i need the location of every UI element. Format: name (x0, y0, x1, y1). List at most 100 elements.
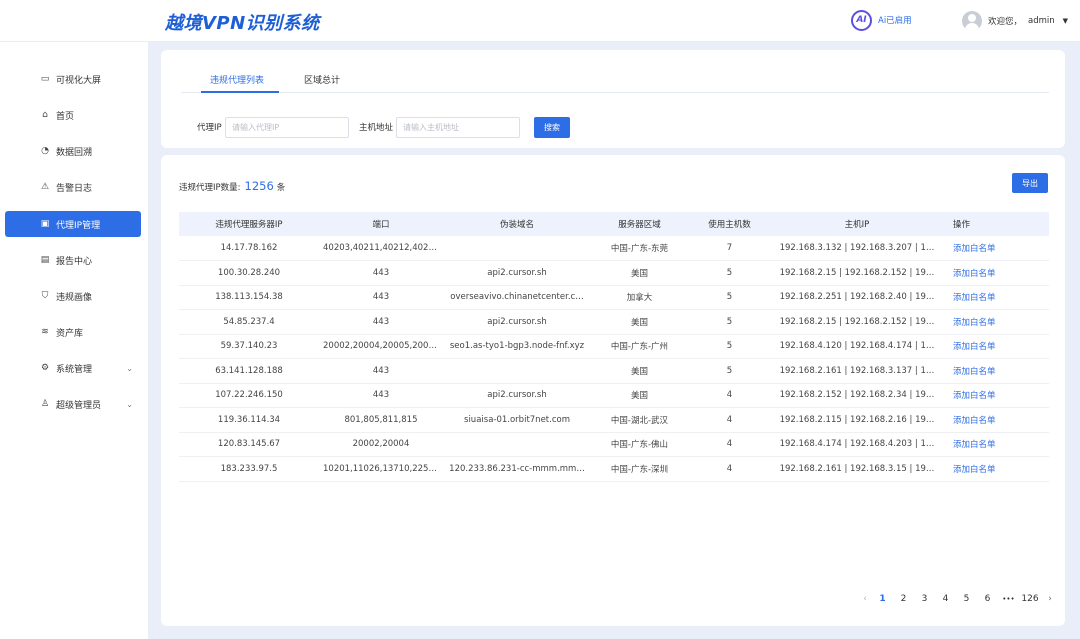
host-address-input[interactable] (396, 117, 520, 138)
sidebar-item-data-trace[interactable]: ◔ 数据回溯 (5, 138, 141, 164)
column-header[interactable]: 服务器区域 (591, 212, 688, 236)
page-number[interactable]: 3 (914, 594, 935, 604)
sidebar-item-visual-screen[interactable]: ▭ 可视化大屏 (5, 66, 141, 92)
sidebar-item-assets[interactable]: ≋ 资产库 (5, 319, 141, 345)
search-button[interactable]: 搜索 (534, 117, 570, 138)
host-ip-cell: 192.168.4.174 | 192.168.4.203 | 1… (771, 432, 943, 457)
column-header[interactable]: 使用主机数 (688, 212, 771, 236)
table-row: 59.37.140.23 20002,20004,20005,20007,2… … (179, 334, 1049, 359)
port-cell: 443 (319, 260, 443, 286)
violation-count: 违规代理IP数量: 1256 条 (179, 179, 285, 193)
page-number[interactable]: 4 (935, 594, 956, 604)
proxy-ip-input[interactable] (225, 117, 349, 138)
proxy-ip-cell: 54.85.237.4 (179, 309, 319, 335)
prev-page-button[interactable]: ‹ (858, 594, 872, 604)
host-ip-cell: 192.168.2.15 | 192.168.2.152 | 19… (771, 309, 943, 335)
host-address-label: 主机地址 (359, 123, 394, 133)
export-button[interactable]: 导出 (1012, 173, 1048, 193)
add-whitelist-link[interactable]: 添加白名单 (953, 440, 996, 450)
proxy-ip-cell: 107.22.246.150 (179, 383, 319, 408)
report-icon: ▤ (40, 255, 50, 265)
host-count-cell: 4 (688, 456, 771, 482)
region-cell: 中国-广东-东莞 (591, 236, 688, 261)
table-row: 183.233.97.5 10201,11026,13710,22591,2… … (179, 456, 1049, 482)
page-number[interactable]: 6 (977, 594, 998, 604)
domain-cell (443, 432, 591, 457)
add-whitelist-link[interactable]: 添加白名单 (953, 318, 996, 328)
column-header[interactable]: 端口 (319, 212, 443, 236)
port-cell: 443 (319, 358, 443, 384)
ai-icon: AI (851, 9, 872, 31)
username: admin (1028, 16, 1055, 26)
page-number[interactable]: 5 (956, 594, 977, 604)
page-number-last[interactable]: 126 (1019, 594, 1041, 604)
action-cell: 添加白名单 (943, 383, 1049, 408)
action-cell: 添加白名单 (943, 334, 1049, 359)
host-count-cell: 5 (688, 260, 771, 286)
table-header-row: 违规代理服务器IP 端口 伪装域名 服务器区域 使用主机数 主机IP 操作 (179, 212, 1049, 236)
user-icon: ♙ (40, 399, 50, 409)
sidebar-item-label: 系统管理 (56, 364, 93, 375)
add-whitelist-link[interactable]: 添加白名单 (953, 416, 996, 426)
proxy-ip-cell: 100.30.28.240 (179, 260, 319, 286)
more-pages-icon[interactable]: ••• (998, 595, 1019, 603)
add-whitelist-link[interactable]: 添加白名单 (953, 342, 996, 352)
region-cell: 中国-广东-佛山 (591, 432, 688, 457)
sidebar-item-system[interactable]: ⚙ 系统管理 ⌄ (5, 355, 141, 381)
add-whitelist-link[interactable]: 添加白名单 (953, 367, 996, 377)
sidebar-item-reports[interactable]: ▤ 报告中心 (5, 247, 141, 273)
add-whitelist-link[interactable]: 添加白名单 (953, 269, 996, 279)
add-whitelist-link[interactable]: 添加白名单 (953, 244, 996, 254)
gear-icon: ⚙ (40, 363, 50, 373)
sidebar-item-super-admin[interactable]: ♙ 超级管理员 ⌄ (5, 391, 141, 417)
tab-violation-proxy-list[interactable]: 违规代理列表 (210, 73, 264, 86)
sidebar-item-label: 代理IP管理 (56, 220, 101, 231)
add-whitelist-link[interactable]: 添加白名单 (953, 391, 996, 401)
app-title: 越境VPN识别系统 (165, 13, 320, 34)
host-count-cell: 5 (688, 309, 771, 335)
next-page-button[interactable]: › (1041, 594, 1059, 604)
count-label: 违规代理IP数量: (179, 183, 241, 193)
chevron-down-icon: ⌄ (126, 399, 133, 409)
main-content: 违规代理列表 区域总计 代理IP 主机地址 搜索 违规代理IP数量: 1256 … (148, 42, 1080, 639)
proxy-table: 违规代理服务器IP 端口 伪装域名 服务器区域 使用主机数 主机IP 操作 14… (179, 212, 1049, 482)
region-cell: 加拿大 (591, 285, 688, 310)
monitor-icon: ▭ (40, 74, 50, 84)
sidebar-item-alert-log[interactable]: ⚠ 告警日志 (5, 174, 141, 200)
port-cell: 443 (319, 309, 443, 335)
column-header[interactable]: 主机IP (771, 212, 943, 236)
pagination: ‹ 1 2 3 4 5 6 ••• 126 › (858, 592, 1059, 606)
page-number[interactable]: 2 (893, 594, 914, 604)
sidebar-item-violation-profile[interactable]: ⛉ 违规画像 (5, 283, 141, 309)
table-row: 63.141.128.188 443 美国 5 192.168.2.161 | … (179, 358, 1049, 384)
tab-region-summary[interactable]: 区域总计 (304, 73, 340, 86)
port-cell: 20002,20004 (319, 432, 443, 457)
sidebar-item-label: 首页 (56, 111, 75, 122)
proxy-ip-cell: 120.83.145.67 (179, 432, 319, 457)
user-menu[interactable]: 欢迎您， admin ▼ (962, 10, 1068, 32)
column-header[interactable]: 违规代理服务器IP (179, 212, 319, 236)
sidebar-item-home[interactable]: ⌂ 首页 (5, 102, 141, 128)
ai-status-badge[interactable]: AI Ai已启用 (851, 9, 912, 31)
proxy-icon: ▣ (40, 219, 50, 229)
host-ip-cell: 192.168.2.161 | 192.168.3.15 | 19… (771, 456, 943, 482)
domain-cell: seo1.as-tyo1-bgp3.node-fnf.xyz (443, 334, 591, 359)
proxy-ip-cell: 63.141.128.188 (179, 358, 319, 384)
add-whitelist-link[interactable]: 添加白名单 (953, 465, 996, 475)
sidebar-item-proxy-ip[interactable]: ▣ 代理IP管理 (5, 211, 141, 237)
column-header[interactable]: 操作 (943, 212, 1049, 236)
column-header[interactable]: 伪装域名 (443, 212, 591, 236)
filter-panel: 违规代理列表 区域总计 代理IP 主机地址 搜索 (161, 50, 1065, 148)
host-count-cell: 4 (688, 407, 771, 433)
port-cell: 443 (319, 383, 443, 408)
shield-icon: ⛉ (41, 291, 49, 301)
action-cell: 添加白名单 (943, 407, 1049, 433)
host-count-cell: 4 (688, 383, 771, 408)
proxy-ip-cell: 138.113.154.38 (179, 285, 319, 310)
add-whitelist-link[interactable]: 添加白名单 (953, 293, 996, 303)
chevron-down-icon: ⌄ (126, 363, 133, 373)
page-number-current[interactable]: 1 (872, 594, 893, 604)
bell-icon: ⚠ (40, 182, 50, 192)
count-value: 1256 (244, 179, 274, 193)
domain-cell (443, 358, 591, 384)
